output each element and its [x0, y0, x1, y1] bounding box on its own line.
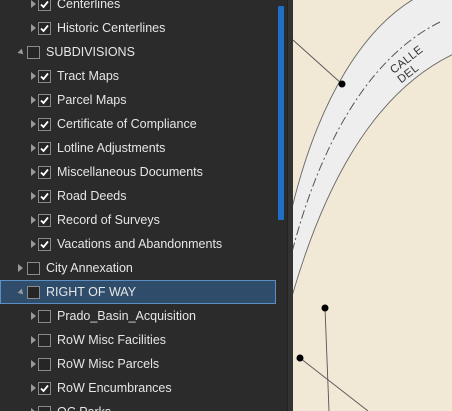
layer-visibility-checkbox[interactable]	[38, 333, 51, 347]
collapse-arrow-icon[interactable]	[28, 239, 38, 249]
layer-visibility-checkbox[interactable]	[38, 93, 51, 107]
map-view[interactable]: CALLE DEL	[293, 0, 452, 411]
layer-visibility-checkbox[interactable]	[38, 189, 51, 203]
checkmark-icon	[40, 96, 49, 104]
layer-visibility-checkbox[interactable]	[27, 45, 40, 59]
vertex-point	[338, 80, 346, 88]
collapse-arrow-icon[interactable]	[28, 191, 38, 201]
checkmark-icon	[40, 24, 49, 32]
layer-row[interactable]: RoW Misc Facilities	[0, 328, 276, 352]
collapse-arrow-icon[interactable]	[28, 311, 38, 321]
layer-label[interactable]: Lotline Adjustments	[57, 141, 165, 155]
checkmark-icon	[40, 240, 49, 248]
expand-arrow-icon[interactable]	[15, 287, 25, 297]
layer-visibility-checkbox[interactable]	[38, 381, 51, 395]
collapse-arrow-icon[interactable]	[28, 71, 38, 81]
collapse-arrow-icon[interactable]	[28, 167, 38, 177]
layer-label[interactable]: Parcel Maps	[57, 93, 126, 107]
checkmark-icon	[40, 384, 49, 392]
layer-row[interactable]: RoW Misc Parcels	[0, 352, 276, 376]
collapse-arrow-icon[interactable]	[28, 383, 38, 393]
layer-label[interactable]: RoW Misc Parcels	[57, 357, 159, 371]
layer-visibility-checkbox[interactable]	[38, 237, 51, 251]
collapse-arrow-icon[interactable]	[28, 359, 38, 369]
layer-visibility-checkbox[interactable]	[27, 261, 40, 275]
layer-row[interactable]: City Annexation	[0, 256, 276, 280]
layer-row[interactable]: Centerlines	[0, 0, 276, 16]
checkmark-icon	[40, 144, 49, 152]
layer-label[interactable]: Certificate of Compliance	[57, 117, 197, 131]
layer-label[interactable]: Miscellaneous Documents	[57, 165, 203, 179]
collapse-arrow-icon[interactable]	[15, 263, 25, 273]
layer-row[interactable]: RoW Encumbrances	[0, 376, 276, 400]
layer-row[interactable]: Parcel Maps	[0, 88, 276, 112]
layer-label[interactable]: Centerlines	[57, 0, 120, 11]
layer-visibility-checkbox[interactable]	[38, 69, 51, 83]
expand-arrow-icon[interactable]	[15, 47, 25, 57]
parcel-line	[299, 357, 369, 411]
layer-label[interactable]: Vacations and Abandonments	[57, 237, 222, 251]
layer-label[interactable]: RoW Misc Facilities	[57, 333, 166, 347]
layer-row[interactable]: OC Parks	[0, 400, 276, 411]
layer-row[interactable]: Miscellaneous Documents	[0, 160, 276, 184]
layer-label[interactable]: Record of Surveys	[57, 213, 160, 227]
layer-label[interactable]: RIGHT OF WAY	[46, 285, 136, 299]
layer-row[interactable]: Lotline Adjustments	[0, 136, 276, 160]
scrollbar-thumb[interactable]	[278, 6, 284, 220]
layer-label[interactable]: City Annexation	[46, 261, 133, 275]
layer-label[interactable]: SUBDIVISIONS	[46, 45, 135, 59]
layer-label[interactable]: Historic Centerlines	[57, 21, 165, 35]
collapse-arrow-icon[interactable]	[28, 407, 38, 411]
layer-row[interactable]: Prado_Basin_Acquisition	[0, 304, 276, 328]
layer-visibility-checkbox[interactable]	[38, 405, 51, 411]
layer-row[interactable]: Record of Surveys	[0, 208, 276, 232]
checkmark-icon	[40, 192, 49, 200]
contents-pane: Centerlines Historic Centerlines SUBDIVISI…	[0, 0, 292, 411]
layer-row[interactable]: RIGHT OF WAY	[0, 280, 276, 304]
checkmark-icon	[40, 0, 49, 8]
layer-row[interactable]: Historic Centerlines	[0, 16, 276, 40]
checkmark-icon	[40, 120, 49, 128]
collapse-arrow-icon[interactable]	[28, 0, 38, 9]
checkmark-icon	[40, 168, 49, 176]
layer-label[interactable]: Road Deeds	[57, 189, 127, 203]
collapse-arrow-icon[interactable]	[28, 23, 38, 33]
collapse-arrow-icon[interactable]	[28, 215, 38, 225]
layer-visibility-checkbox[interactable]	[38, 21, 51, 35]
collapse-arrow-icon[interactable]	[28, 143, 38, 153]
checkmark-icon	[40, 216, 49, 224]
layer-row[interactable]: Road Deeds	[0, 184, 276, 208]
layer-row[interactable]: Certificate of Compliance	[0, 112, 276, 136]
layer-visibility-checkbox[interactable]	[38, 357, 51, 371]
layer-label[interactable]: Prado_Basin_Acquisition	[57, 309, 196, 323]
layer-label[interactable]: OC Parks	[57, 405, 111, 411]
vertex-point	[296, 354, 304, 362]
checkmark-icon	[40, 72, 49, 80]
layer-row[interactable]: Vacations and Abandonments	[0, 232, 276, 256]
layer-list: Centerlines Historic Centerlines SUBDIVISI…	[0, 0, 276, 411]
vertex-point	[321, 304, 329, 312]
collapse-arrow-icon[interactable]	[28, 335, 38, 345]
parcel-line	[324, 307, 330, 411]
collapse-arrow-icon[interactable]	[28, 95, 38, 105]
parcel-line	[293, 39, 343, 85]
layer-visibility-checkbox[interactable]	[38, 213, 51, 227]
layer-row[interactable]: Tract Maps	[0, 64, 276, 88]
layer-label[interactable]: Tract Maps	[57, 69, 119, 83]
layer-label[interactable]: RoW Encumbrances	[57, 381, 172, 395]
layer-visibility-checkbox[interactable]	[38, 117, 51, 131]
collapse-arrow-icon[interactable]	[28, 119, 38, 129]
layer-visibility-checkbox[interactable]	[38, 309, 51, 323]
layer-visibility-checkbox[interactable]	[38, 165, 51, 179]
layer-visibility-checkbox[interactable]	[38, 141, 51, 155]
layer-row[interactable]: SUBDIVISIONS	[0, 40, 276, 64]
layer-visibility-checkbox[interactable]	[38, 0, 51, 11]
layer-visibility-checkbox[interactable]	[27, 285, 40, 299]
